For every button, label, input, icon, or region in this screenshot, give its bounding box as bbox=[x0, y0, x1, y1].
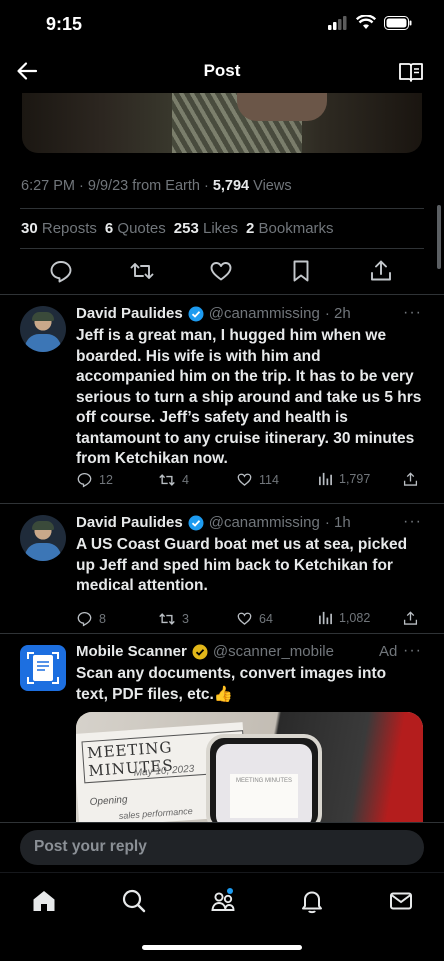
ad-text: Scan any documents, convert images into … bbox=[76, 665, 387, 703]
reposts-stat[interactable]: 30 Reposts bbox=[21, 220, 97, 237]
mail-icon[interactable] bbox=[387, 887, 415, 915]
ad-app-logo[interactable] bbox=[20, 645, 66, 691]
post-timestamp: 6:27 PM · 9/9/23 from Earth · 5,794 View… bbox=[21, 178, 292, 194]
scanner-icon bbox=[27, 652, 59, 684]
phone-mock: MEETING MINUTES bbox=[206, 734, 322, 822]
reply-repost-action[interactable]: 3 bbox=[158, 610, 189, 628]
communities-icon[interactable] bbox=[209, 887, 237, 915]
signal-icon bbox=[328, 15, 347, 30]
bookmark-icon[interactable] bbox=[288, 258, 314, 284]
battery-icon bbox=[384, 15, 412, 30]
repost-icon[interactable] bbox=[129, 258, 155, 284]
status-bar: 9:15 bbox=[0, 0, 444, 50]
post-actions bbox=[0, 258, 444, 288]
repost-icon bbox=[159, 474, 175, 486]
author-name: David Paulides bbox=[76, 305, 183, 322]
avatar[interactable] bbox=[20, 515, 66, 561]
home-indicator[interactable] bbox=[142, 945, 302, 950]
bookmarks-stat[interactable]: 2 Bookmarks bbox=[246, 220, 334, 237]
heart-icon[interactable] bbox=[208, 258, 234, 284]
quotes-stat[interactable]: 6 Quotes bbox=[105, 220, 166, 237]
reply-comment-action[interactable]: 12 bbox=[76, 471, 113, 488]
divider bbox=[0, 633, 444, 634]
ad-handle: @scanner_mobile bbox=[212, 643, 334, 660]
verified-badge-icon bbox=[192, 644, 208, 659]
reply-age: · 1h bbox=[324, 514, 351, 531]
divider bbox=[0, 503, 444, 504]
bell-icon[interactable] bbox=[298, 887, 326, 915]
ad-author-name: Mobile Scanner bbox=[76, 643, 187, 660]
status-icons bbox=[328, 15, 412, 30]
post-media-image[interactable] bbox=[22, 93, 422, 153]
reply-header: David Paulides @canammissing · 1h bbox=[76, 514, 351, 531]
heart-icon bbox=[237, 473, 252, 486]
reply-repost-action[interactable]: 4 bbox=[158, 471, 189, 489]
more-options-icon[interactable]: ··· bbox=[403, 304, 422, 322]
share-icon bbox=[403, 611, 418, 625]
reply-comment-action[interactable]: 8 bbox=[76, 610, 106, 627]
divider bbox=[20, 208, 424, 209]
reply-text: A US Coast Guard boat met us at sea, pic… bbox=[76, 536, 408, 594]
reply-like-action[interactable]: 64 bbox=[236, 610, 273, 627]
scrollbar[interactable] bbox=[437, 205, 441, 269]
heart-icon bbox=[237, 612, 252, 625]
page-title: Post bbox=[203, 61, 241, 80]
avatar[interactable] bbox=[20, 306, 66, 352]
likes-stat[interactable]: 253 Likes bbox=[174, 220, 238, 237]
reply-like-action[interactable]: 114 bbox=[236, 471, 279, 488]
reply-actions: 8 3 64 1,082 bbox=[76, 610, 424, 632]
share-icon[interactable] bbox=[368, 258, 394, 284]
ad-image[interactable]: MEETING MINUTES May 10, 2023 Opening sal… bbox=[76, 712, 423, 822]
divider bbox=[0, 294, 444, 295]
reply-header: David Paulides @canammissing · 2h bbox=[76, 305, 351, 322]
ad-label: Ad bbox=[379, 643, 398, 660]
comment-icon bbox=[77, 472, 92, 488]
post-stats: 30 Reposts 6 Quotes 253 Likes 2 Bookmark… bbox=[21, 220, 334, 237]
share-icon bbox=[403, 472, 418, 486]
repost-icon bbox=[159, 613, 175, 625]
nav-bar: Post bbox=[0, 52, 444, 92]
home-icon[interactable] bbox=[30, 887, 58, 915]
views-count: 5,794 bbox=[212, 178, 250, 194]
reply-text: Jeff is a great man, I hugged him when w… bbox=[76, 327, 422, 467]
ad-header: Mobile Scanner @scanner_mobile bbox=[76, 643, 334, 660]
reply-share-action[interactable] bbox=[402, 471, 419, 488]
more-options-icon[interactable]: ··· bbox=[403, 513, 422, 531]
reply-actions: 12 4 114 1,797 bbox=[76, 471, 424, 493]
reader-icon[interactable] bbox=[398, 60, 424, 84]
wifi-icon bbox=[356, 15, 376, 29]
reply-age: · 2h bbox=[324, 305, 351, 322]
verified-badge-icon bbox=[188, 515, 204, 530]
author-handle: @canammissing bbox=[208, 305, 320, 322]
reply-placeholder: Post your reply bbox=[34, 838, 147, 855]
author-handle: @canammissing bbox=[208, 514, 320, 531]
comment-icon bbox=[77, 611, 92, 627]
reply-views-action[interactable]: 1,797 bbox=[318, 471, 370, 486]
reply-share-action[interactable] bbox=[402, 610, 419, 627]
author-name: David Paulides bbox=[76, 514, 183, 531]
divider bbox=[20, 248, 424, 249]
search-icon[interactable] bbox=[120, 887, 148, 915]
more-options-icon[interactable]: ··· bbox=[403, 642, 422, 660]
status-time: 9:15 bbox=[46, 14, 83, 34]
reply-views-action[interactable]: 1,082 bbox=[318, 610, 370, 625]
comment-icon[interactable] bbox=[48, 258, 74, 284]
analytics-icon bbox=[319, 472, 332, 486]
analytics-icon bbox=[319, 611, 332, 625]
thumbs-up-emoji: 👍 bbox=[213, 685, 234, 703]
verified-badge-icon bbox=[188, 306, 204, 321]
